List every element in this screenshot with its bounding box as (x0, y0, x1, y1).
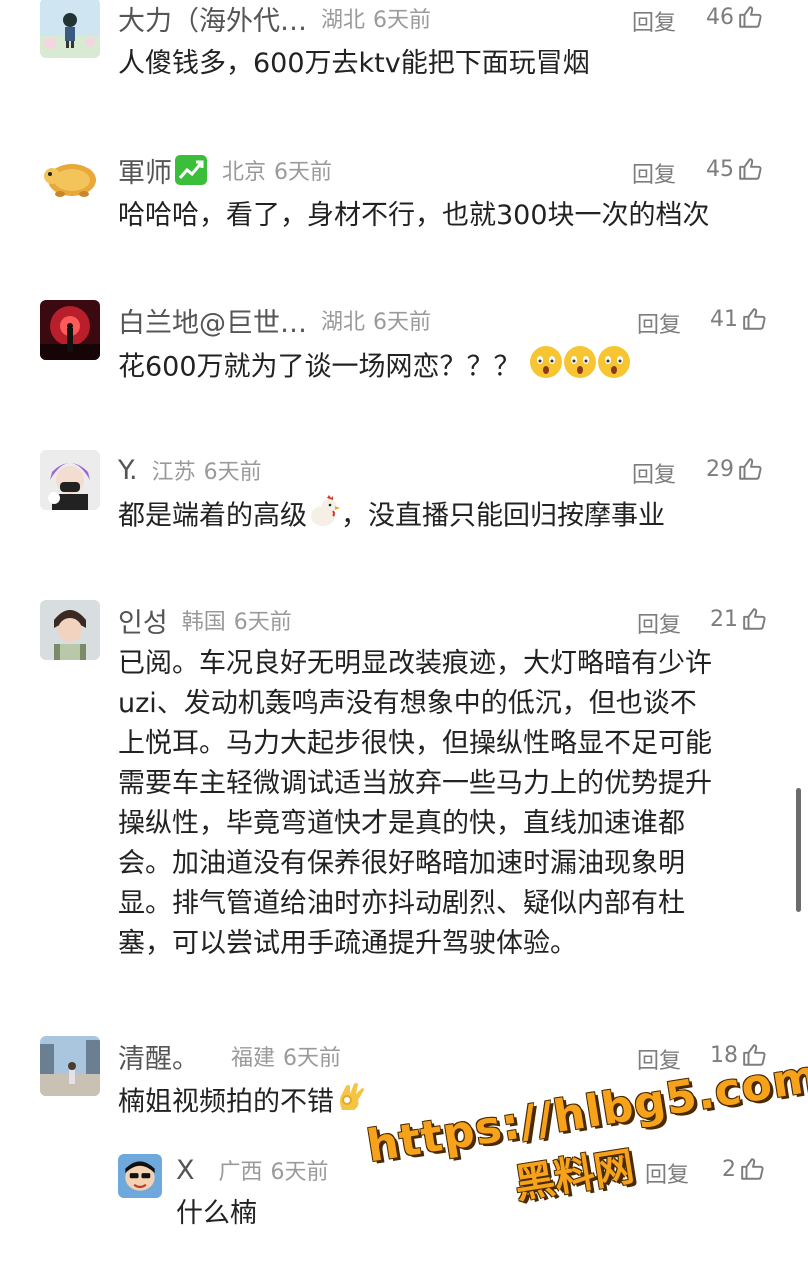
timestamp: 6天前 (270, 1160, 329, 1185)
location: 广西 (218, 1160, 263, 1185)
comment-text-line: 操纵性，毕竟弯道快才是真的快，直线加速谁都 (118, 808, 685, 839)
timestamp: 6天前 (274, 160, 333, 185)
avatar[interactable] (118, 1154, 162, 1198)
like-button[interactable]: 2 (722, 1156, 766, 1182)
reply-button[interactable]: 回复 (637, 1043, 681, 1075)
comment-text-line: 需要车主轻微调试适当放弃一些马力上的优势提升 (118, 768, 712, 799)
avatar[interactable] (40, 0, 100, 58)
thumbs-up-icon (739, 458, 762, 480)
like-count: 29 (706, 456, 734, 482)
avatar-image (40, 0, 100, 58)
comment-meta: Y. 江苏 6天前 (118, 450, 262, 490)
comment-text: 人傻钱多，600万去ktv能把下面玩冒烟 (118, 48, 590, 79)
comment-text-part: 都是端着的高级 (118, 500, 307, 532)
like-count: 2 (722, 1156, 736, 1182)
avatar[interactable] (40, 600, 100, 660)
avatar-image (40, 300, 100, 360)
username[interactable]: 白兰地@巨世… (118, 301, 307, 340)
avatar[interactable] (40, 1036, 100, 1096)
comment-text-line: 塞，可以尝试用手疏通提升驾驶体验。 (118, 928, 577, 959)
username[interactable]: X (176, 1155, 195, 1186)
comment-text: 花600万就为了谈一场网恋？？？ (118, 344, 768, 392)
reply-button[interactable]: 回复 (632, 457, 676, 489)
avatar-image (40, 1036, 100, 1096)
comment-text-line: 会。加油道没有保养很好略暗加速时漏油现象明 (118, 848, 685, 879)
comment-meta: 白兰地@巨世… 湖北 6天前 (118, 300, 431, 340)
thumbs-up-icon (743, 1044, 766, 1066)
comment-meta: 인성 韩国 6天前 (118, 600, 292, 640)
avatar[interactable] (40, 300, 100, 360)
thumbs-up-icon (743, 308, 766, 330)
comment-text-body: 楠姐视频拍的不错 (118, 1086, 334, 1118)
like-button[interactable]: 41 (710, 306, 768, 332)
like-count: 41 (710, 306, 738, 332)
avatar[interactable] (40, 450, 100, 510)
comment-meta: 軍师 北京 6天前 (118, 150, 332, 190)
timestamp: 6天前 (283, 1046, 342, 1071)
like-count: 18 (710, 1042, 738, 1068)
location: 韩国 (181, 610, 226, 635)
chicken-emoji (307, 494, 341, 540)
like-button[interactable]: 18 (710, 1042, 768, 1068)
comment-text: 都是端着的高级 ，没直播只能回归按摩事业 (118, 494, 768, 540)
like-count: 21 (710, 606, 738, 632)
comment-text-line: 已阅。车况良好无明显改装痕迹，大灯略暗有少许 (118, 648, 712, 679)
scrollbar[interactable] (796, 788, 801, 912)
like-count: 45 (706, 156, 734, 182)
avatar-image (40, 150, 100, 210)
comment-text: 楠姐视频拍的不错 (118, 1080, 768, 1126)
username[interactable]: 軍师 (118, 151, 172, 190)
ok-hand-emoji (334, 1080, 368, 1126)
comment-text: 什么楠 (176, 1198, 257, 1229)
timestamp: 6天前 (373, 8, 432, 33)
timestamp: 6天前 (233, 610, 292, 635)
thumbs-up-icon (741, 1158, 764, 1180)
avatar-image (40, 600, 100, 660)
comment-text-line: 显。排气管道给油时亦抖动剧烈、疑似内部有杜 (118, 888, 685, 919)
reply-button[interactable]: 回复 (645, 1157, 689, 1189)
username[interactable]: 清醒。 (118, 1037, 199, 1076)
comment-text-body: 花600万就为了谈一场网恋？？？ (118, 351, 521, 383)
username[interactable]: 大力（海外代… (118, 0, 307, 38)
location: 福建 (231, 1046, 276, 1071)
crying-face-emoji (529, 344, 631, 392)
comment-meta: X 广西 6天前 (176, 1150, 329, 1190)
avatar[interactable] (40, 150, 100, 210)
timestamp: 6天前 (373, 310, 432, 335)
like-button[interactable]: 46 (706, 4, 764, 30)
like-count: 46 (706, 4, 734, 30)
stock-chart-badge-icon (174, 154, 208, 186)
thumbs-up-icon (739, 6, 762, 28)
username[interactable]: 인성 (118, 601, 168, 640)
comment-text-line: 上悦耳。马力大起步很快，但操纵性略显不足可能 (118, 728, 712, 759)
username[interactable]: Y. (118, 455, 138, 486)
location: 江苏 (151, 460, 196, 485)
avatar-image (118, 1154, 162, 1198)
location: 湖北 (321, 310, 366, 335)
location: 北京 (222, 160, 267, 185)
comment-text: 已阅。车况良好无明显改装痕迹，大灯略暗有少许 uzi、发动机轰鸣声没有想象中的低… (118, 644, 768, 964)
comment-meta: 清醒。 福建 6天前 (118, 1036, 341, 1076)
location: 湖北 (321, 8, 366, 33)
timestamp: 6天前 (203, 460, 262, 485)
avatar-image (40, 450, 100, 510)
comment-text: 哈哈哈，看了，身材不行，也就300块一次的档次 (118, 200, 710, 231)
comment-text-part: ，没直播只能回归按摩事业 (341, 500, 665, 532)
like-button[interactable]: 45 (706, 156, 764, 182)
reply-button[interactable]: 回复 (637, 607, 681, 639)
like-button[interactable]: 29 (706, 456, 764, 482)
like-button[interactable]: 21 (710, 606, 768, 632)
comment-meta: 大力（海外代… 湖北 6天前 (118, 0, 431, 38)
comment-text-line: uzi、发动机轰鸣声没有想象中的低沉，但也谈不 (118, 688, 697, 719)
reply-button[interactable]: 回复 (632, 5, 676, 37)
reply-button[interactable]: 回复 (632, 157, 676, 189)
thumbs-up-icon (743, 608, 766, 630)
reply-button[interactable]: 回复 (637, 307, 681, 339)
thumbs-up-icon (739, 158, 762, 180)
